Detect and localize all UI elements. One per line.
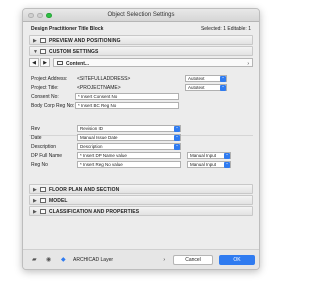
section-label: PREVIEW AND POSITIONING [49,38,121,45]
project-fields: Project Address: <SITEFULLADDRESS> Autot… [23,70,259,126]
layer-selector[interactable]: ARCHICAD Layer › [73,256,165,264]
section-custom-settings[interactable]: ▼ CUSTOM SETTINGS [29,46,253,56]
expand-arrow-icon[interactable]: ▶ [33,209,37,215]
chevron-updown-icon: ⌃ [220,85,226,91]
reg-no-label: Reg No [31,162,48,168]
section-preview-positioning[interactable]: ▶ PREVIEW AND POSITIONING [29,35,253,45]
dropdown-value: Manual Input [190,162,217,167]
collapse-arrow-icon[interactable]: ▼ [33,49,38,55]
dialog-footer: ▰ ◉ ◆ ARCHICAD Layer › Cancel OK [23,249,259,269]
section-label: MODEL [49,198,68,205]
expand-arrow-icon[interactable]: ▶ [33,38,37,44]
ok-button[interactable]: OK [219,255,255,265]
project-title-label: Project Title: [31,85,59,91]
expand-arrow-icon[interactable]: ▶ [33,198,37,204]
dropdown-value: Autotext [188,76,205,81]
date-dropdown[interactable]: Manual Issue Date ⌃ [77,134,181,141]
reg-no-source-dropdown[interactable]: Manual Input ⌃ [187,161,231,168]
description-label: Description [31,144,57,150]
reg-no-field[interactable]: * Insert Reg No value [77,161,181,168]
description-dropdown[interactable]: Description ⌃ [77,143,181,150]
chevron-right-icon: › [247,60,249,67]
dropdown-value: Revision ID [80,126,104,131]
layer-name: ARCHICAD Layer [73,257,114,263]
floor-plan-icon [40,187,46,192]
project-address-label: Project Address: [31,76,68,82]
chevron-updown-icon: ⌃ [224,153,230,159]
consent-no-label: Consent No: [31,94,59,100]
dropdown-value: Manual Issue Date [80,135,118,140]
object-name: Design Practitioner Title Block [31,26,104,32]
section-label: CLASSIFICATION AND PROPERTIES [49,209,140,216]
content-selector[interactable]: Content... › [53,58,253,67]
rev-dropdown[interactable]: Revision ID ⌃ [77,125,181,132]
content-label: Content... [66,61,90,67]
body-corp-reg-no-field[interactable]: * Insert BC Reg No [75,102,179,109]
classification-icon [40,209,46,214]
chevron-updown-icon: ⌃ [174,126,180,132]
date-label: Date [31,135,42,141]
dialog-header: Design Practitioner Title Block Selected… [23,22,259,35]
model-icon [40,198,46,203]
content-icon [57,61,63,65]
project-title-value: <PROJECTNAME> [77,85,121,91]
previous-page-button[interactable]: ◀ [29,58,39,67]
layer-stack-icon[interactable]: ▰ [32,256,37,263]
section-model[interactable]: ▶ MODEL [29,195,253,205]
object-selection-settings-dialog: Object Selection Settings Design Practit… [22,8,260,270]
dropdown-value: Manual Input [190,153,217,158]
project-address-source-dropdown[interactable]: Autotext ⌃ [185,75,227,82]
chevron-updown-icon: ⌃ [224,162,230,168]
window-title: Object Selection Settings [107,12,175,18]
content-nav-row: ◀ ▶ Content... › [29,58,253,68]
preview-icon [40,38,46,43]
dp-full-name-source-dropdown[interactable]: Manual Input ⌃ [187,152,231,159]
project-address-value: <SITEFULLADDRESS> [77,76,131,82]
selection-status: Selected: 1 Editable: 1 [200,26,251,32]
section-floor-plan-and-section[interactable]: ▶ FLOOR PLAN AND SECTION [29,184,253,194]
eye-icon[interactable]: ◉ [46,256,51,263]
expand-arrow-icon[interactable]: ▶ [33,187,37,193]
section-classification-and-properties[interactable]: ▶ CLASSIFICATION AND PROPERTIES [29,206,253,216]
chevron-right-icon: › [163,257,165,263]
revision-fields: Rev Revision ID ⌃ Date Manual Issue Date… [23,125,259,184]
chevron-updown-icon: ⌃ [174,144,180,150]
body-corp-reg-no-label: Body Corp Reg No: [31,103,75,109]
dp-full-name-label: DP Full Name [31,153,63,159]
chevron-updown-icon: ⌃ [174,135,180,141]
section-label: FLOOR PLAN AND SECTION [49,187,120,194]
project-title-source-dropdown[interactable]: Autotext ⌃ [185,84,227,91]
cancel-button[interactable]: Cancel [173,255,213,265]
dropdown-value: Description [80,144,103,149]
title-bar: Object Selection Settings [23,9,259,22]
rev-label: Rev [31,126,40,132]
dp-full-name-field[interactable]: * Insert DP Name value [77,152,181,159]
chevron-updown-icon: ⌃ [220,76,226,82]
layer-type-icon: ◆ [61,257,66,263]
dropdown-value: Autotext [188,85,205,90]
consent-no-field[interactable]: * Insert Consent No [75,93,179,100]
section-label: CUSTOM SETTINGS [49,49,99,56]
custom-settings-icon [40,49,46,54]
next-page-button[interactable]: ▶ [40,58,50,67]
